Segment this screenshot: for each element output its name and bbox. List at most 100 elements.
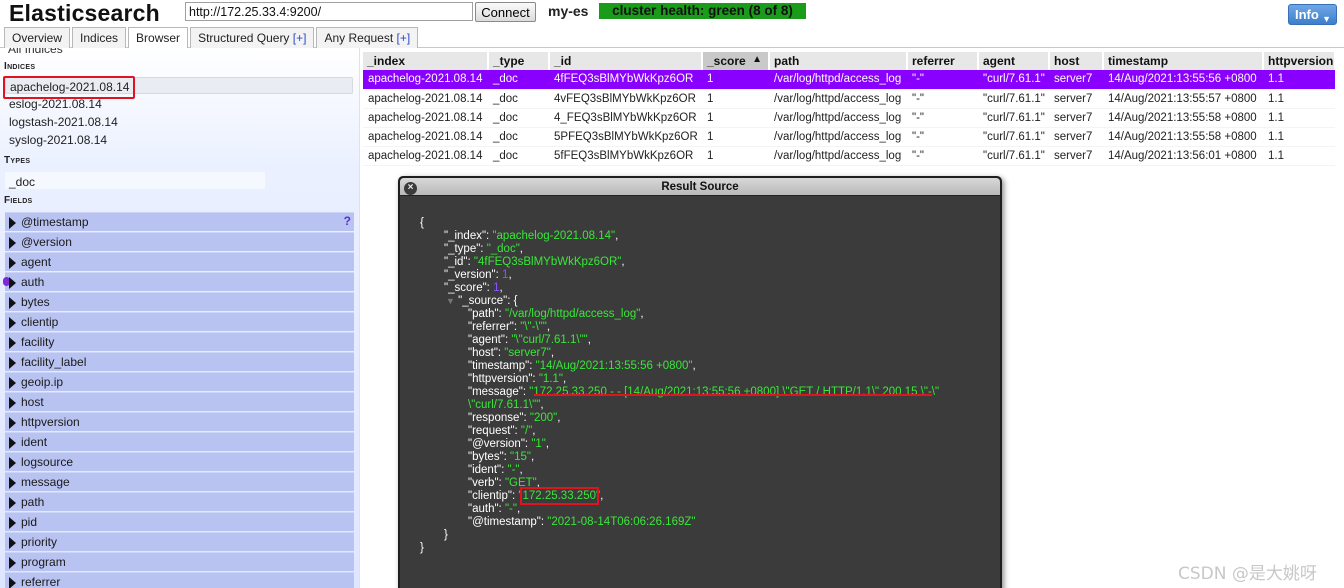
column-header-agent[interactable]: agent: [978, 52, 1050, 70]
tab-structured-query[interactable]: Structured Query [+]: [190, 27, 315, 48]
cell: /var/log/httpd/access_log: [769, 146, 907, 166]
field-row[interactable]: pid: [5, 512, 354, 531]
column-header-timestamp[interactable]: timestamp: [1103, 52, 1264, 70]
all-indices-item[interactable]: All Indices: [8, 48, 63, 56]
field-row[interactable]: path: [5, 492, 354, 511]
tab-overview[interactable]: Overview: [4, 27, 71, 48]
sort-ascending-icon: ▲: [752, 54, 762, 65]
types-section-title: Types: [4, 155, 31, 166]
field-row[interactable]: @timestamp?: [5, 212, 354, 231]
table-row[interactable]: apachelog-2021.08.14 _doc 4fFEQ3sBlMYbWkKp…: [363, 70, 1335, 90]
close-icon[interactable]: ×: [404, 182, 417, 195]
app-title: Elasticsearch: [9, 0, 160, 26]
tab-any-request[interactable]: Any Request [+]: [316, 27, 419, 48]
field-row[interactable]: program: [5, 552, 354, 571]
field-row[interactable]: referrer: [5, 572, 354, 588]
table-row[interactable]: apachelog-2021.08.14 _doc 4_FEQ3sBlMYbWkKp…: [363, 108, 1335, 128]
column-header-type[interactable]: _type: [488, 52, 550, 70]
column-header-referrer[interactable]: referrer: [907, 52, 979, 70]
cell: 4fFEQ3sBlMYbWkKpz6OR: [549, 70, 702, 90]
json-line: "referrer": "\"-\"",: [468, 321, 551, 333]
tab-add-link[interactable]: [+]: [293, 31, 307, 45]
expand-triangle-icon: [9, 397, 16, 409]
field-row[interactable]: clientip: [5, 312, 354, 331]
cell: apachelog-2021.08.14: [363, 70, 488, 90]
table-row[interactable]: apachelog-2021.08.14 _doc 4vFEQ3sBlMYbWkKp…: [363, 89, 1335, 109]
tab-browser[interactable]: Browser: [128, 27, 189, 49]
cell: 4vFEQ3sBlMYbWkKpz6OR: [549, 89, 702, 109]
cell: "-": [907, 89, 978, 109]
column-header-index[interactable]: _index: [363, 52, 489, 70]
info-menu-button[interactable]: Info ▼: [1288, 4, 1337, 25]
field-row[interactable]: facility_label: [5, 352, 354, 371]
result-source-dialog: Result Source × { "_index": "apachelog-2…: [398, 176, 1002, 588]
field-label: path: [21, 495, 45, 509]
json-line: "message": "172.25.33.250 - - [14/Aug/20…: [468, 386, 940, 398]
cell: server7: [1049, 108, 1103, 128]
cell: "-": [907, 146, 978, 166]
field-label: priority: [21, 535, 58, 549]
cell: apachelog-2021.08.14: [363, 108, 488, 128]
help-icon[interactable]: ?: [344, 214, 351, 228]
type-item-doc[interactable]: _doc: [5, 172, 265, 189]
connect-button[interactable]: Connect: [475, 2, 536, 22]
json-line: "request": "/",: [468, 425, 536, 437]
field-row[interactable]: ident: [5, 432, 354, 451]
column-header-host[interactable]: host: [1049, 52, 1104, 70]
cell: 1.1: [1263, 70, 1335, 90]
field-row[interactable]: message: [5, 472, 354, 491]
tab-indices[interactable]: Indices: [72, 27, 127, 48]
info-label: Info: [1295, 7, 1319, 22]
cluster-url-input[interactable]: [185, 2, 473, 21]
expand-triangle-icon: [9, 297, 16, 309]
expand-triangle-icon: [9, 337, 16, 349]
json-line: "@timestamp": "2021-08-14T06:06:26.169Z": [468, 516, 696, 528]
json-line: "_version": 1,: [444, 269, 512, 281]
cell: "curl/7.61.1": [978, 146, 1049, 166]
field-row[interactable]: host: [5, 392, 354, 411]
field-row[interactable]: @version: [5, 232, 354, 251]
index-item-logstash[interactable]: logstash-2021.08.14: [5, 113, 353, 130]
expand-triangle-icon: [9, 317, 16, 329]
field-label: host: [21, 395, 44, 409]
field-row[interactable]: logsource: [5, 452, 354, 471]
expand-triangle-icon: [9, 357, 16, 369]
index-item-syslog[interactable]: syslog-2021.08.14: [5, 131, 353, 148]
field-label: httpversion: [21, 415, 80, 429]
field-row[interactable]: priority: [5, 532, 354, 551]
expand-triangle-icon: [9, 217, 16, 229]
field-row[interactable]: geoip.ip: [5, 372, 354, 391]
column-header-httpversion[interactable]: httpversion: [1263, 52, 1336, 70]
field-row[interactable]: auth: [3, 272, 354, 291]
json-line: "path": "/var/log/httpd/access_log",: [468, 308, 644, 320]
table-row[interactable]: apachelog-2021.08.14 _doc 5PFEQ3sBlMYbWkKp…: [363, 127, 1335, 147]
cell: 14/Aug/2021:13:55:58 +0800: [1103, 108, 1263, 128]
json-line: }: [420, 542, 424, 554]
column-header-id[interactable]: _id: [549, 52, 703, 70]
cell: 14/Aug/2021:13:55:56 +0800: [1103, 70, 1263, 90]
cell: "curl/7.61.1": [978, 108, 1049, 128]
field-row[interactable]: httpversion: [5, 412, 354, 431]
tab-label: Structured Query: [198, 31, 293, 45]
expand-triangle-icon: [9, 377, 16, 389]
cell: 14/Aug/2021:13:55:57 +0800: [1103, 89, 1263, 109]
field-row[interactable]: agent: [5, 252, 354, 271]
tab-add-link[interactable]: [+]: [397, 31, 411, 45]
table-row[interactable]: apachelog-2021.08.14 _doc 5fFEQ3sBlMYbWkKp…: [363, 146, 1335, 166]
column-header-label: _score: [707, 54, 746, 68]
field-row[interactable]: bytes: [5, 292, 354, 311]
field-label: geoip.ip: [21, 375, 64, 389]
table-header-row: _index _type _id _score ▲ path referrer a…: [363, 52, 1336, 70]
tab-bar: Overview Indices Browser Structured Quer…: [4, 27, 420, 49]
field-row[interactable]: facility: [5, 332, 354, 351]
json-line: {: [420, 217, 424, 229]
expand-triangle-icon: [9, 457, 16, 469]
cell: _doc: [488, 89, 549, 109]
column-header-path[interactable]: path: [769, 52, 908, 70]
collapse-arrow-icon[interactable]: ▼: [446, 296, 455, 306]
cell: 14/Aug/2021:13:55:58 +0800: [1103, 127, 1263, 147]
column-header-score[interactable]: _score ▲: [702, 52, 770, 70]
cell: "curl/7.61.1": [978, 89, 1049, 109]
cell: "curl/7.61.1": [978, 70, 1049, 90]
json-line[interactable]: ▼ "_source": {: [446, 295, 517, 308]
